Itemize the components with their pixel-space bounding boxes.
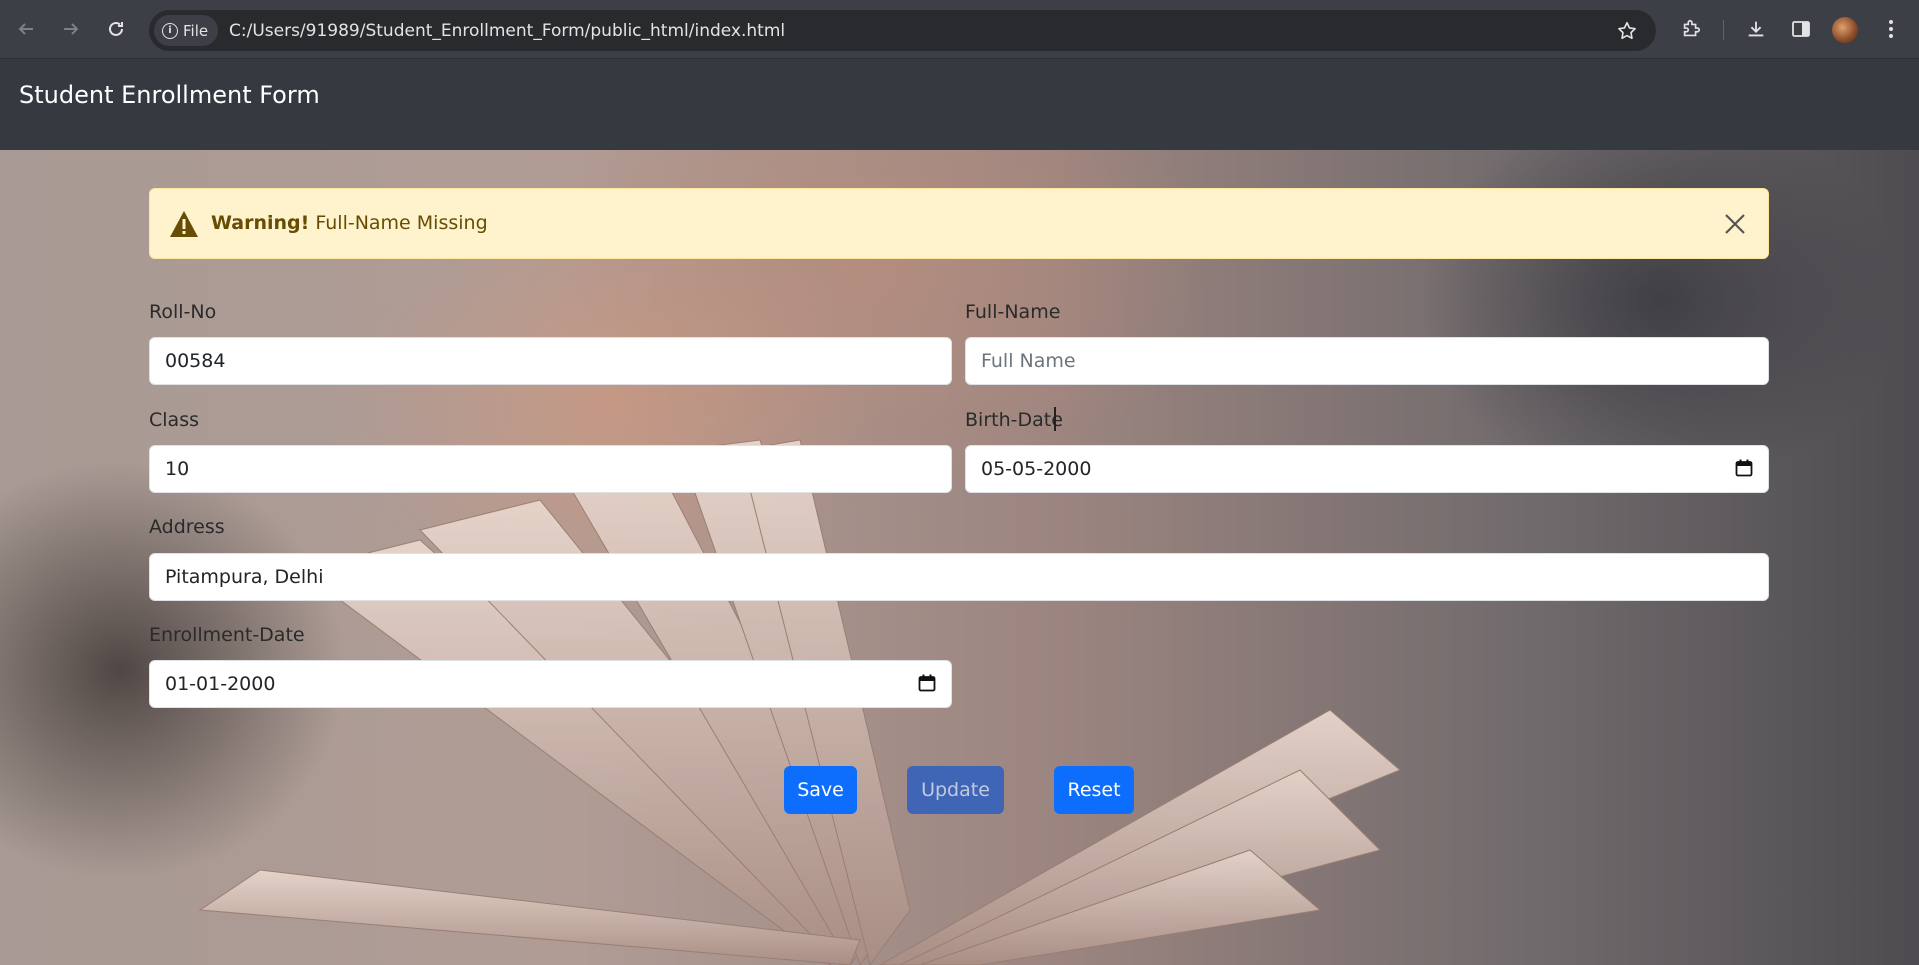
save-button[interactable]: Save — [784, 766, 857, 814]
alert-strong: Warning! — [211, 212, 310, 234]
extensions-icon[interactable] — [1675, 13, 1707, 45]
class-label: Class — [149, 409, 199, 431]
alert-message: Full-Name Missing — [309, 212, 488, 234]
forward-arrow-icon[interactable] — [55, 13, 87, 45]
class-input[interactable] — [149, 445, 952, 493]
warning-triangle-icon — [170, 211, 198, 237]
reload-icon[interactable] — [100, 13, 132, 45]
download-icon[interactable] — [1740, 13, 1772, 45]
birth-date-label: Birth-Date — [965, 409, 1063, 431]
toolbar-divider — [1723, 20, 1724, 40]
side-panel-icon[interactable] — [1785, 13, 1817, 45]
full-name-label: Full-Name — [965, 301, 1061, 323]
roll-no-input[interactable] — [149, 337, 952, 385]
back-arrow-icon[interactable] — [10, 13, 42, 45]
alert-text: Warning! Full-Name Missing — [211, 212, 488, 234]
menu-kebab-icon[interactable] — [1875, 13, 1907, 45]
birth-date-field[interactable] — [965, 445, 1769, 493]
birth-date-input[interactable] — [965, 445, 1769, 493]
browser-toolbar: i File C:/Users/91989/Student_Enrollment… — [0, 0, 1919, 59]
info-icon: i — [162, 22, 178, 39]
site-info-chip[interactable]: i File — [154, 15, 219, 46]
bookmark-star-icon[interactable] — [1612, 16, 1642, 46]
full-name-input[interactable] — [965, 337, 1769, 385]
address-bar[interactable]: i File C:/Users/91989/Student_Enrollment… — [149, 10, 1656, 51]
update-button[interactable]: Update — [907, 766, 1004, 814]
text-cursor — [1054, 407, 1056, 431]
alert-close-button[interactable] — [1720, 209, 1750, 239]
close-icon — [1725, 214, 1745, 234]
roll-no-label: Roll-No — [149, 301, 217, 323]
url-text[interactable]: C:/Users/91989/Student_Enrollment_Form/p… — [229, 10, 785, 51]
site-info-label: File — [183, 21, 209, 40]
enrollment-date-input[interactable] — [149, 660, 952, 708]
reset-button[interactable]: Reset — [1054, 766, 1134, 814]
navbar-brand[interactable]: Student Enrollment Form — [19, 81, 320, 109]
calendar-icon[interactable] — [1735, 459, 1753, 477]
profile-avatar[interactable] — [1832, 17, 1858, 43]
calendar-icon[interactable] — [918, 674, 936, 692]
address-input[interactable] — [149, 553, 1769, 601]
navbar: Student Enrollment Form — [0, 59, 1919, 150]
enrollment-date-field[interactable] — [149, 660, 952, 708]
warning-alert: Warning! Full-Name Missing — [149, 188, 1769, 259]
address-label: Address — [149, 516, 225, 538]
page: Student Enrollment Form Warning! Full-Na… — [0, 59, 1919, 965]
enrollment-date-label: Enrollment-Date — [149, 624, 305, 646]
